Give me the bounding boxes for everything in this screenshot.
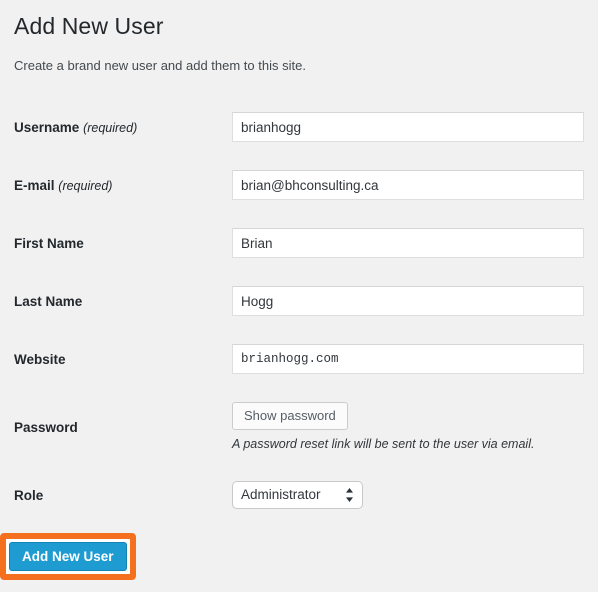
password-description: A password reset link will be sent to th… xyxy=(232,437,535,451)
role-field-cell: Administrator xyxy=(232,466,584,524)
first-name-input[interactable] xyxy=(232,228,584,258)
show-password-button[interactable]: Show password xyxy=(232,402,348,430)
password-label: Password xyxy=(14,388,232,466)
email-label-text: E-mail xyxy=(14,177,55,193)
password-label-text: Password xyxy=(14,419,78,435)
page-subtitle: Create a brand new user and add them to … xyxy=(14,58,306,73)
role-select[interactable]: Administrator xyxy=(232,481,363,509)
username-input[interactable] xyxy=(232,112,584,142)
first-name-field-cell xyxy=(232,214,584,272)
add-new-user-submit-button[interactable]: Add New User xyxy=(9,542,127,571)
username-label-text: Username xyxy=(14,119,80,135)
role-label-text: Role xyxy=(14,487,44,503)
add-new-user-page: Add New User Create a brand new user and… xyxy=(0,0,598,592)
form-row-password: Password Show password A password reset … xyxy=(14,388,584,466)
password-field-cell: Show password A password reset link will… xyxy=(232,388,584,466)
website-label-text: Website xyxy=(14,351,66,367)
last-name-label: Last Name xyxy=(14,272,232,330)
add-user-form: Username (required) E-mail (required) xyxy=(14,98,584,524)
last-name-input[interactable] xyxy=(232,286,584,316)
form-row-role: Role Administrator xyxy=(14,466,584,524)
role-select-wrapper: Administrator xyxy=(232,481,363,509)
username-field-cell xyxy=(232,98,584,156)
website-field-cell xyxy=(232,330,584,388)
last-name-field-cell xyxy=(232,272,584,330)
page-title: Add New User xyxy=(14,13,164,39)
form-row-website: Website xyxy=(14,330,584,388)
role-label: Role xyxy=(14,466,232,524)
form-row-username: Username (required) xyxy=(14,98,584,156)
first-name-label: First Name xyxy=(14,214,232,272)
form-row-first-name: First Name xyxy=(14,214,584,272)
email-input[interactable] xyxy=(232,170,584,200)
form-row-last-name: Last Name xyxy=(14,272,584,330)
username-required-note: (required) xyxy=(83,120,138,135)
website-label: Website xyxy=(14,330,232,388)
form-row-email: E-mail (required) xyxy=(14,156,584,214)
email-field-cell xyxy=(232,156,584,214)
submit-area: Add New User xyxy=(0,533,136,580)
email-required-note: (required) xyxy=(58,178,113,193)
first-name-label-text: First Name xyxy=(14,235,84,251)
last-name-label-text: Last Name xyxy=(14,293,83,309)
website-input[interactable] xyxy=(232,344,584,374)
annotation-highlight-box: Add New User xyxy=(0,533,136,580)
email-label: E-mail (required) xyxy=(14,156,232,214)
username-label: Username (required) xyxy=(14,98,232,156)
